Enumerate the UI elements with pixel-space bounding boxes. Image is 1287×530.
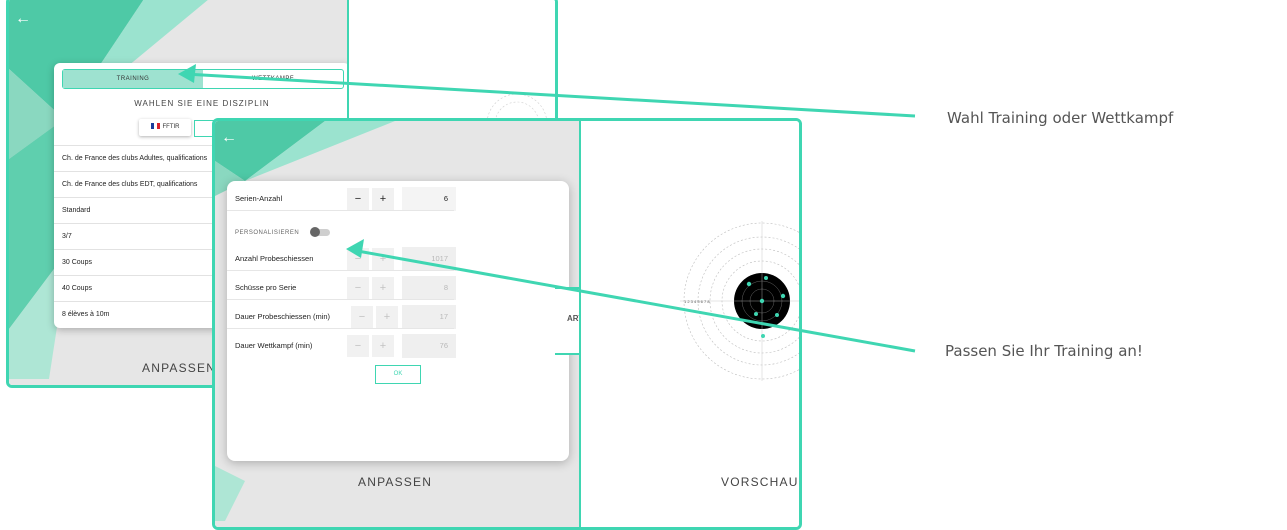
callout-training-mode: Wahl Training oder Wettkampf	[947, 109, 1174, 127]
setting-row: Serien-Anzahl − + 6	[227, 187, 569, 211]
divider	[227, 270, 454, 271]
screen-customize: ← Serien-Anzahl − + 6 PERSONALISIEREN An…	[212, 118, 802, 530]
setting-value[interactable]: 8	[402, 276, 456, 300]
plus-button[interactable]: +	[372, 248, 394, 270]
back-arrow-icon[interactable]: ←	[15, 11, 31, 27]
fftir-button[interactable]: FFTIR	[139, 119, 191, 136]
france-flag-icon	[150, 123, 160, 130]
footer-vorschau[interactable]: VORSCHAU	[721, 475, 799, 489]
callout-customize: Passen Sie Ihr Training an!	[945, 342, 1143, 360]
setting-row: Anzahl Probeschiessen − + 1017	[227, 247, 569, 271]
minus-button[interactable]: −	[347, 335, 369, 357]
footer-anpassen[interactable]: ANPASSEN	[142, 361, 216, 375]
footer-anpassen[interactable]: ANPASSEN	[358, 475, 432, 489]
divider	[227, 299, 454, 300]
setting-label: Dauer Probeschiessen (min)	[235, 312, 331, 321]
minus-button[interactable]: −	[347, 248, 369, 270]
minus-button[interactable]: −	[351, 306, 373, 328]
customize-dialog: Serien-Anzahl − + 6 PERSONALISIEREN Anza…	[227, 181, 569, 461]
back-arrow-icon[interactable]: ←	[221, 130, 237, 146]
setting-value[interactable]: 76	[402, 334, 456, 358]
setting-label: Dauer Wettkampf (min)	[235, 341, 313, 350]
target-preview: 1 2 3 4 5 6 7 8	[680, 221, 799, 381]
setting-row: Dauer Probeschiessen (min) − + 17	[227, 305, 569, 329]
setting-row: Schüsse pro Serie − + 8	[227, 276, 569, 300]
setting-stepper: − +	[347, 188, 397, 210]
setting-label: Anzahl Probeschiessen	[235, 254, 314, 263]
setting-value[interactable]: 17	[402, 305, 456, 329]
minus-button[interactable]: −	[347, 188, 369, 210]
divider	[227, 328, 454, 329]
setting-value[interactable]: 1017	[402, 247, 456, 271]
setting-value[interactable]: 6	[402, 187, 456, 211]
tab-wettkampf[interactable]: WETTKAMPF	[203, 70, 343, 88]
setting-label: Schüsse pro Serie	[235, 283, 297, 292]
mode-tabs: TRAINING WETTKAMPF	[62, 69, 344, 89]
preview-panel: 1 2 3 4 5 6 7 8 VORSCHAU	[579, 121, 799, 527]
fftir-label: FFTIR	[162, 124, 180, 130]
target-scale: 1 2 3 4 5 6 7 8	[684, 299, 710, 304]
setting-stepper: − +	[347, 335, 397, 357]
personalize-label: PERSONALISIEREN	[235, 230, 300, 236]
dialog-title: WAHLEN SIE EINE DISZIPLIN	[134, 99, 270, 108]
plus-button[interactable]: +	[372, 277, 394, 299]
setting-stepper: − +	[347, 277, 397, 299]
setting-label: Serien-Anzahl	[235, 194, 283, 203]
minus-button[interactable]: −	[347, 277, 369, 299]
plus-button[interactable]: +	[376, 306, 398, 328]
left-panel: ← Serien-Anzahl − + 6 PERSONALISIEREN An…	[215, 121, 579, 527]
tab-training[interactable]: TRAINING	[63, 70, 203, 88]
divider	[227, 210, 454, 211]
setting-row: Dauer Wettkampf (min) − + 76	[227, 334, 569, 358]
setting-stepper: − +	[351, 306, 401, 328]
ok-button[interactable]: OK	[375, 365, 421, 384]
plus-button[interactable]: +	[372, 188, 394, 210]
plus-button[interactable]: +	[372, 335, 394, 357]
setting-stepper: − +	[347, 248, 397, 270]
personalize-toggle[interactable]	[310, 227, 330, 237]
